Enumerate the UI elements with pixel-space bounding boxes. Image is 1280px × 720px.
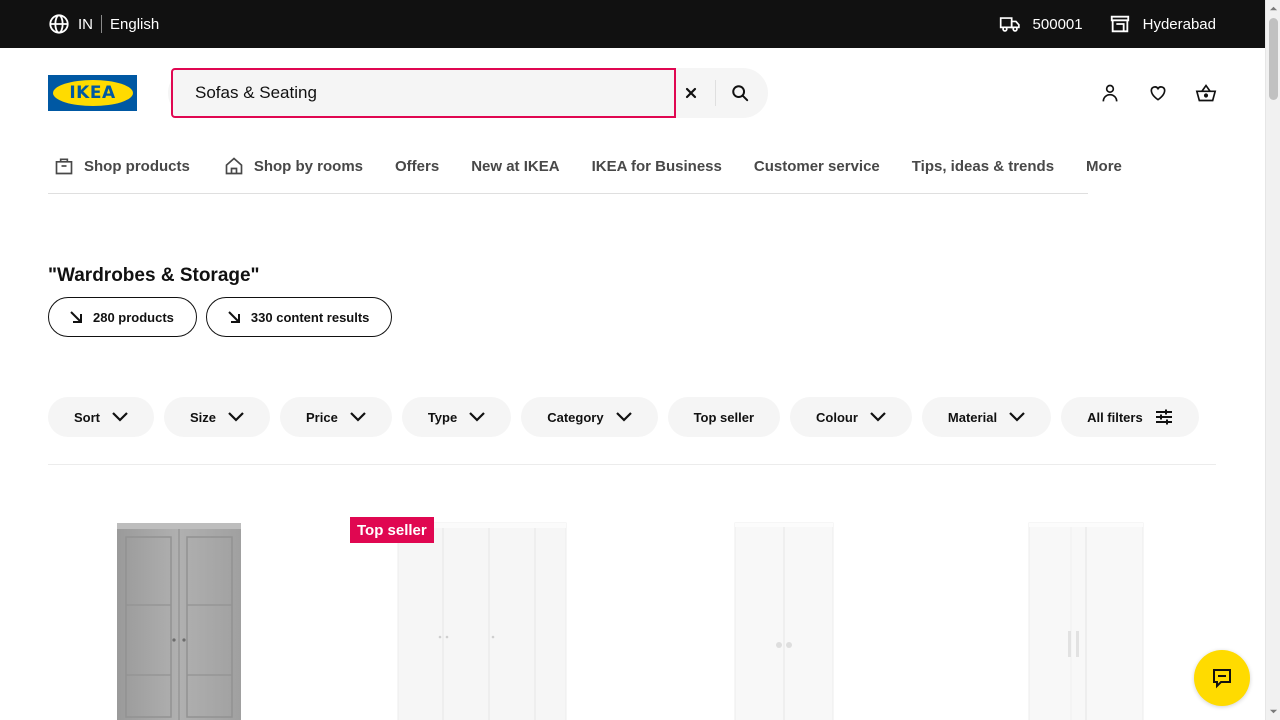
chevron-down-icon xyxy=(112,412,128,422)
nav-shop-by-rooms[interactable]: Shop by rooms xyxy=(224,148,363,184)
nav-ikea-for-business[interactable]: IKEA for Business xyxy=(592,148,722,184)
close-icon xyxy=(685,87,697,99)
home-icon xyxy=(225,157,243,175)
search-icon xyxy=(732,85,749,102)
products-count-button[interactable]: 280 products xyxy=(48,297,197,337)
filter-material[interactable]: Material xyxy=(921,397,1052,437)
content-results-label: 330 content results xyxy=(250,309,370,325)
account-button[interactable] xyxy=(1098,81,1122,105)
filter-colour[interactable]: Colour xyxy=(790,397,912,437)
nav-label: More xyxy=(1086,157,1122,175)
filter-price[interactable]: Price xyxy=(280,397,392,437)
scroll-down-icon[interactable] xyxy=(1269,707,1278,716)
filter-bar: Sort Size Price Type Category Top seller… xyxy=(48,397,1199,437)
filter-sliders-icon xyxy=(1155,409,1172,425)
store-city-label: Hyderabad xyxy=(1142,15,1216,33)
filter-type[interactable]: Type xyxy=(401,397,512,437)
country-code: IN xyxy=(78,15,93,33)
products-count-label: 280 products xyxy=(93,309,174,325)
filter-label: All filters xyxy=(1087,409,1143,425)
pincode-label: 500001 xyxy=(1032,15,1083,33)
top-bar: IN English 500001 Hyderabad xyxy=(0,0,1280,48)
cart-button[interactable] xyxy=(1194,81,1218,105)
divider xyxy=(101,15,102,33)
chat-icon xyxy=(1213,669,1231,689)
nav-offers[interactable]: Offers xyxy=(395,148,439,184)
clear-search-button[interactable] xyxy=(679,81,703,105)
filter-sort[interactable]: Sort xyxy=(48,397,154,437)
nav-more[interactable]: More xyxy=(1086,148,1122,184)
chevron-down-icon xyxy=(228,412,244,422)
nav-shop-products[interactable]: Shop products xyxy=(54,148,190,184)
delivery-pincode[interactable]: 500001 xyxy=(999,13,1083,35)
country-language-selector[interactable]: IN English xyxy=(48,12,159,36)
filter-label: Top seller xyxy=(693,409,755,425)
filter-label: Material xyxy=(947,409,998,425)
ikea-logo[interactable]: IKEA xyxy=(48,75,137,111)
search-submit-button[interactable] xyxy=(728,81,752,105)
content-results-button[interactable]: 330 content results xyxy=(205,297,393,337)
nav-label: Shop by rooms xyxy=(253,157,364,175)
filter-label: Size xyxy=(190,409,217,425)
scroll-up-icon[interactable] xyxy=(1269,4,1278,13)
nav-tips-ideas-trends[interactable]: Tips, ideas & trends xyxy=(912,148,1054,184)
result-type-pills: 280 products 330 content results xyxy=(48,297,393,337)
store-selector[interactable]: Hyderabad xyxy=(1109,13,1216,35)
chevron-down-icon xyxy=(469,412,485,422)
filter-label: Type xyxy=(427,409,458,425)
search-input[interactable] xyxy=(171,68,676,118)
heart-icon xyxy=(1150,86,1166,101)
product-image xyxy=(117,523,241,720)
nav-customer-service[interactable]: Customer service xyxy=(754,148,880,184)
nav-label: Offers xyxy=(395,157,440,175)
filter-top-seller[interactable]: Top seller xyxy=(667,397,781,437)
nav-label: Shop products xyxy=(84,157,190,175)
language-label: English xyxy=(110,15,160,33)
filter-label: Sort xyxy=(74,409,100,425)
store-icon xyxy=(1109,13,1131,35)
filter-all-filters[interactable]: All filters xyxy=(1061,397,1199,437)
chevron-down-icon xyxy=(350,412,366,422)
globe-icon xyxy=(48,13,70,35)
product-card-wardrobe-white-2door[interactable] xyxy=(716,505,852,720)
filter-label: Price xyxy=(306,409,338,425)
search-bar xyxy=(168,68,768,118)
arrow-down-right-icon xyxy=(70,311,82,323)
arrow-down-right-icon xyxy=(228,311,240,323)
wishlist-button[interactable] xyxy=(1146,81,1170,105)
nav-new-at-ikea[interactable]: New at IKEA xyxy=(471,148,559,184)
main-navigation: Shop products Shop by rooms Offers New a… xyxy=(48,148,1122,194)
product-card-wardrobe-white-handles[interactable] xyxy=(1010,505,1160,720)
top-seller-badge: Top seller xyxy=(350,517,434,543)
header-actions xyxy=(1098,81,1218,105)
product-card-wardrobe-grey[interactable] xyxy=(96,505,262,720)
scrollbar-thumb[interactable] xyxy=(1269,18,1278,100)
filter-size[interactable]: Size xyxy=(164,397,271,437)
page-scrollbar[interactable] xyxy=(1265,0,1280,720)
filter-label: Category xyxy=(547,409,604,425)
nav-label: Tips, ideas & trends xyxy=(911,157,1055,175)
chevron-down-icon xyxy=(1009,412,1025,422)
chat-button[interactable] xyxy=(1194,650,1250,706)
logo-oval: IKEA xyxy=(52,80,133,106)
product-image xyxy=(734,522,834,720)
divider xyxy=(48,464,1216,465)
chevron-down-icon xyxy=(870,412,886,422)
bag-icon xyxy=(55,158,73,175)
search-divider xyxy=(715,80,716,106)
logo-text: IKEA xyxy=(69,83,116,103)
filter-label: Colour xyxy=(816,409,858,425)
nav-label: New at IKEA xyxy=(471,157,560,175)
search-query-title: "Wardrobes & Storage" xyxy=(48,265,260,286)
chevron-down-icon xyxy=(615,412,632,422)
nav-label: Customer service xyxy=(753,157,880,175)
product-image xyxy=(1028,522,1144,720)
basket-icon xyxy=(1195,84,1217,102)
filter-category[interactable]: Category xyxy=(521,397,658,437)
nav-label: IKEA for Business xyxy=(591,157,722,175)
truck-icon xyxy=(999,13,1021,35)
user-icon xyxy=(1102,84,1118,102)
